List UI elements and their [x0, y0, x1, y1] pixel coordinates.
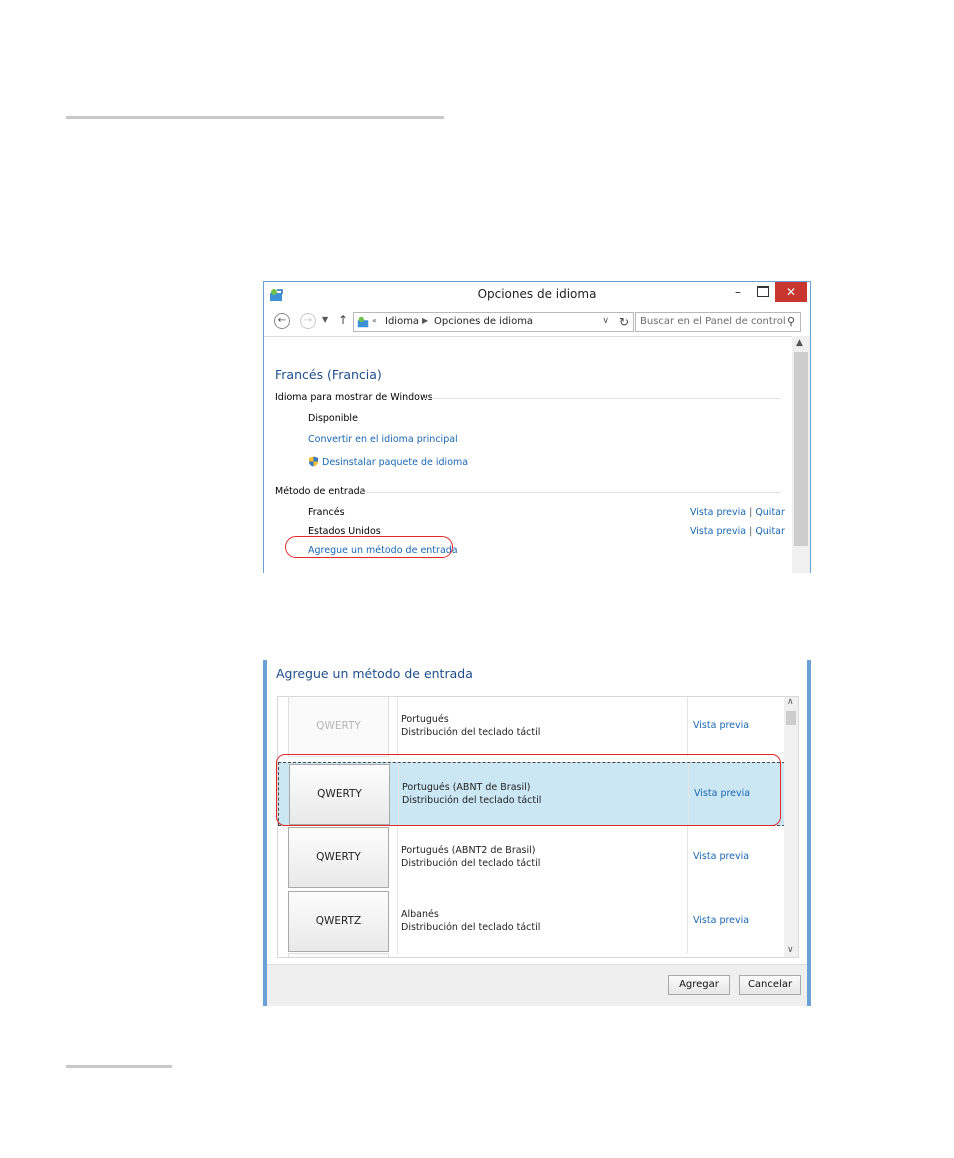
list-item[interactable]: QWERTZ Albanés Distribución del teclado …	[278, 890, 785, 954]
breadcrumb-idioma[interactable]: Idioma	[385, 316, 419, 327]
back-arrow-icon[interactable]: ←	[274, 313, 290, 329]
input-method-list: QWERTY Portugués Distribución del teclad…	[277, 696, 799, 958]
address-dropdown-chevron-icon[interactable]: ∨	[602, 316, 609, 326]
up-arrow-icon[interactable]: ↑	[338, 313, 348, 327]
preview-link[interactable]: Vista previa	[690, 507, 746, 518]
search-icon[interactable]: ⚲	[787, 315, 795, 328]
refresh-icon[interactable]: ↻	[619, 315, 629, 329]
display-language-heading: Idioma para mostrar de Windows	[275, 392, 433, 403]
preview-link[interactable]: Vista previa	[693, 720, 749, 731]
input-method-description: Albanés Distribución del teclado táctil	[401, 908, 540, 934]
keyboard-layout-thumbnail: QWERTZ	[288, 891, 389, 952]
input-method-actions: Vista previa | Quitar	[690, 507, 785, 518]
overflow-chevron-icon[interactable]: «	[372, 316, 377, 325]
preview-link[interactable]: Vista previa	[693, 851, 749, 862]
navigation-bar: ← → ▼ ↑ « Idioma ▶ Opciones de idioma ∨ …	[264, 310, 810, 334]
input-method-name: Francés	[308, 507, 345, 518]
make-primary-language-link[interactable]: Convertir en el idioma principal	[308, 434, 458, 445]
scroll-down-icon[interactable]: ∨	[787, 945, 794, 955]
section-divider	[363, 492, 781, 493]
language-name: Portugués (ABNT2 de Brasil)	[401, 845, 536, 856]
search-placeholder: Buscar en el Panel de control	[640, 316, 786, 327]
scroll-up-icon[interactable]: ▲	[796, 338, 803, 348]
language-title: Francés (Francia)	[275, 367, 382, 382]
content-area: Francés (Francia) Idioma para mostrar de…	[264, 336, 792, 573]
dialog-title: Agregue un método de entrada	[276, 666, 473, 681]
language-options-window: Opciones de idioma – ✕ ← → ▼ ↑ « Idioma …	[263, 281, 811, 573]
remove-link[interactable]: Quitar	[755, 526, 785, 537]
add-input-method-window: Agregue un método de entrada QWERTY Port…	[263, 660, 811, 1006]
title-bar: Opciones de idioma – ✕	[264, 282, 810, 309]
layout-type: Distribución del teclado táctil	[401, 727, 541, 738]
remove-link[interactable]: Quitar	[755, 507, 785, 518]
layout-type: Distribución del teclado táctil	[401, 922, 541, 933]
scroll-thumb[interactable]	[794, 352, 808, 546]
uninstall-language-pack-link[interactable]: Desinstalar paquete de idioma	[308, 456, 468, 468]
annotation-highlight	[276, 754, 781, 826]
dialog-footer: Agregar Cancelar	[267, 964, 807, 1006]
recent-locations-chevron-icon[interactable]: ▼	[322, 315, 328, 324]
list-item[interactable]: QWERTY Portugués (ABNT2 de Brasil) Distr…	[278, 826, 785, 890]
breadcrumb-separator-icon: ▶	[422, 316, 429, 325]
control-panel-icon	[357, 316, 369, 328]
keyboard-layout-thumbnail: QWERTY	[288, 697, 389, 757]
vertical-scrollbar[interactable]: ▲	[792, 336, 810, 573]
list-scrollbar[interactable]: ∧ ∨	[784, 697, 798, 957]
input-method-description: Portugués Distribución del teclado tácti…	[401, 713, 540, 739]
language-pack-status: Disponible	[308, 413, 358, 424]
minimize-button[interactable]: –	[726, 282, 750, 302]
annotation-highlight	[285, 536, 453, 558]
preview-link[interactable]: Vista previa	[693, 915, 749, 926]
maximize-icon	[757, 286, 769, 297]
input-method-actions: Vista previa | Quitar	[690, 526, 785, 537]
preview-link[interactable]: Vista previa	[690, 526, 746, 537]
scroll-thumb[interactable]	[786, 711, 796, 725]
bottom-rule	[66, 1065, 172, 1068]
layout-type: Distribución del teclado táctil	[401, 858, 541, 869]
add-button[interactable]: Agregar	[668, 975, 730, 995]
search-input[interactable]: Buscar en el Panel de control ⚲	[635, 312, 801, 332]
breadcrumb-opciones-de-idioma[interactable]: Opciones de idioma	[434, 316, 533, 327]
input-method-heading: Método de entrada	[275, 486, 366, 497]
address-bar[interactable]: « Idioma ▶ Opciones de idioma ∨ ↻	[353, 312, 634, 332]
close-button[interactable]: ✕	[775, 282, 807, 302]
uac-shield-icon	[308, 456, 319, 467]
section-divider	[424, 398, 781, 399]
keyboard-layout-thumbnail: QWERTY	[288, 827, 389, 888]
keyboard-layout-thumbnail	[288, 953, 389, 957]
scroll-up-icon[interactable]: ∧	[787, 697, 794, 707]
cancel-button[interactable]: Cancelar	[739, 975, 801, 995]
maximize-button[interactable]	[751, 282, 775, 302]
language-name: Albanés	[401, 909, 439, 920]
list-item[interactable]: QWERTY Portugués Distribución del teclad…	[278, 697, 785, 757]
language-name: Portugués	[401, 714, 449, 725]
top-rule	[66, 116, 444, 119]
uninstall-label: Desinstalar paquete de idioma	[322, 457, 469, 468]
input-method-description: Portugués (ABNT2 de Brasil) Distribución…	[401, 844, 540, 870]
forward-arrow-icon[interactable]: →	[300, 313, 316, 329]
